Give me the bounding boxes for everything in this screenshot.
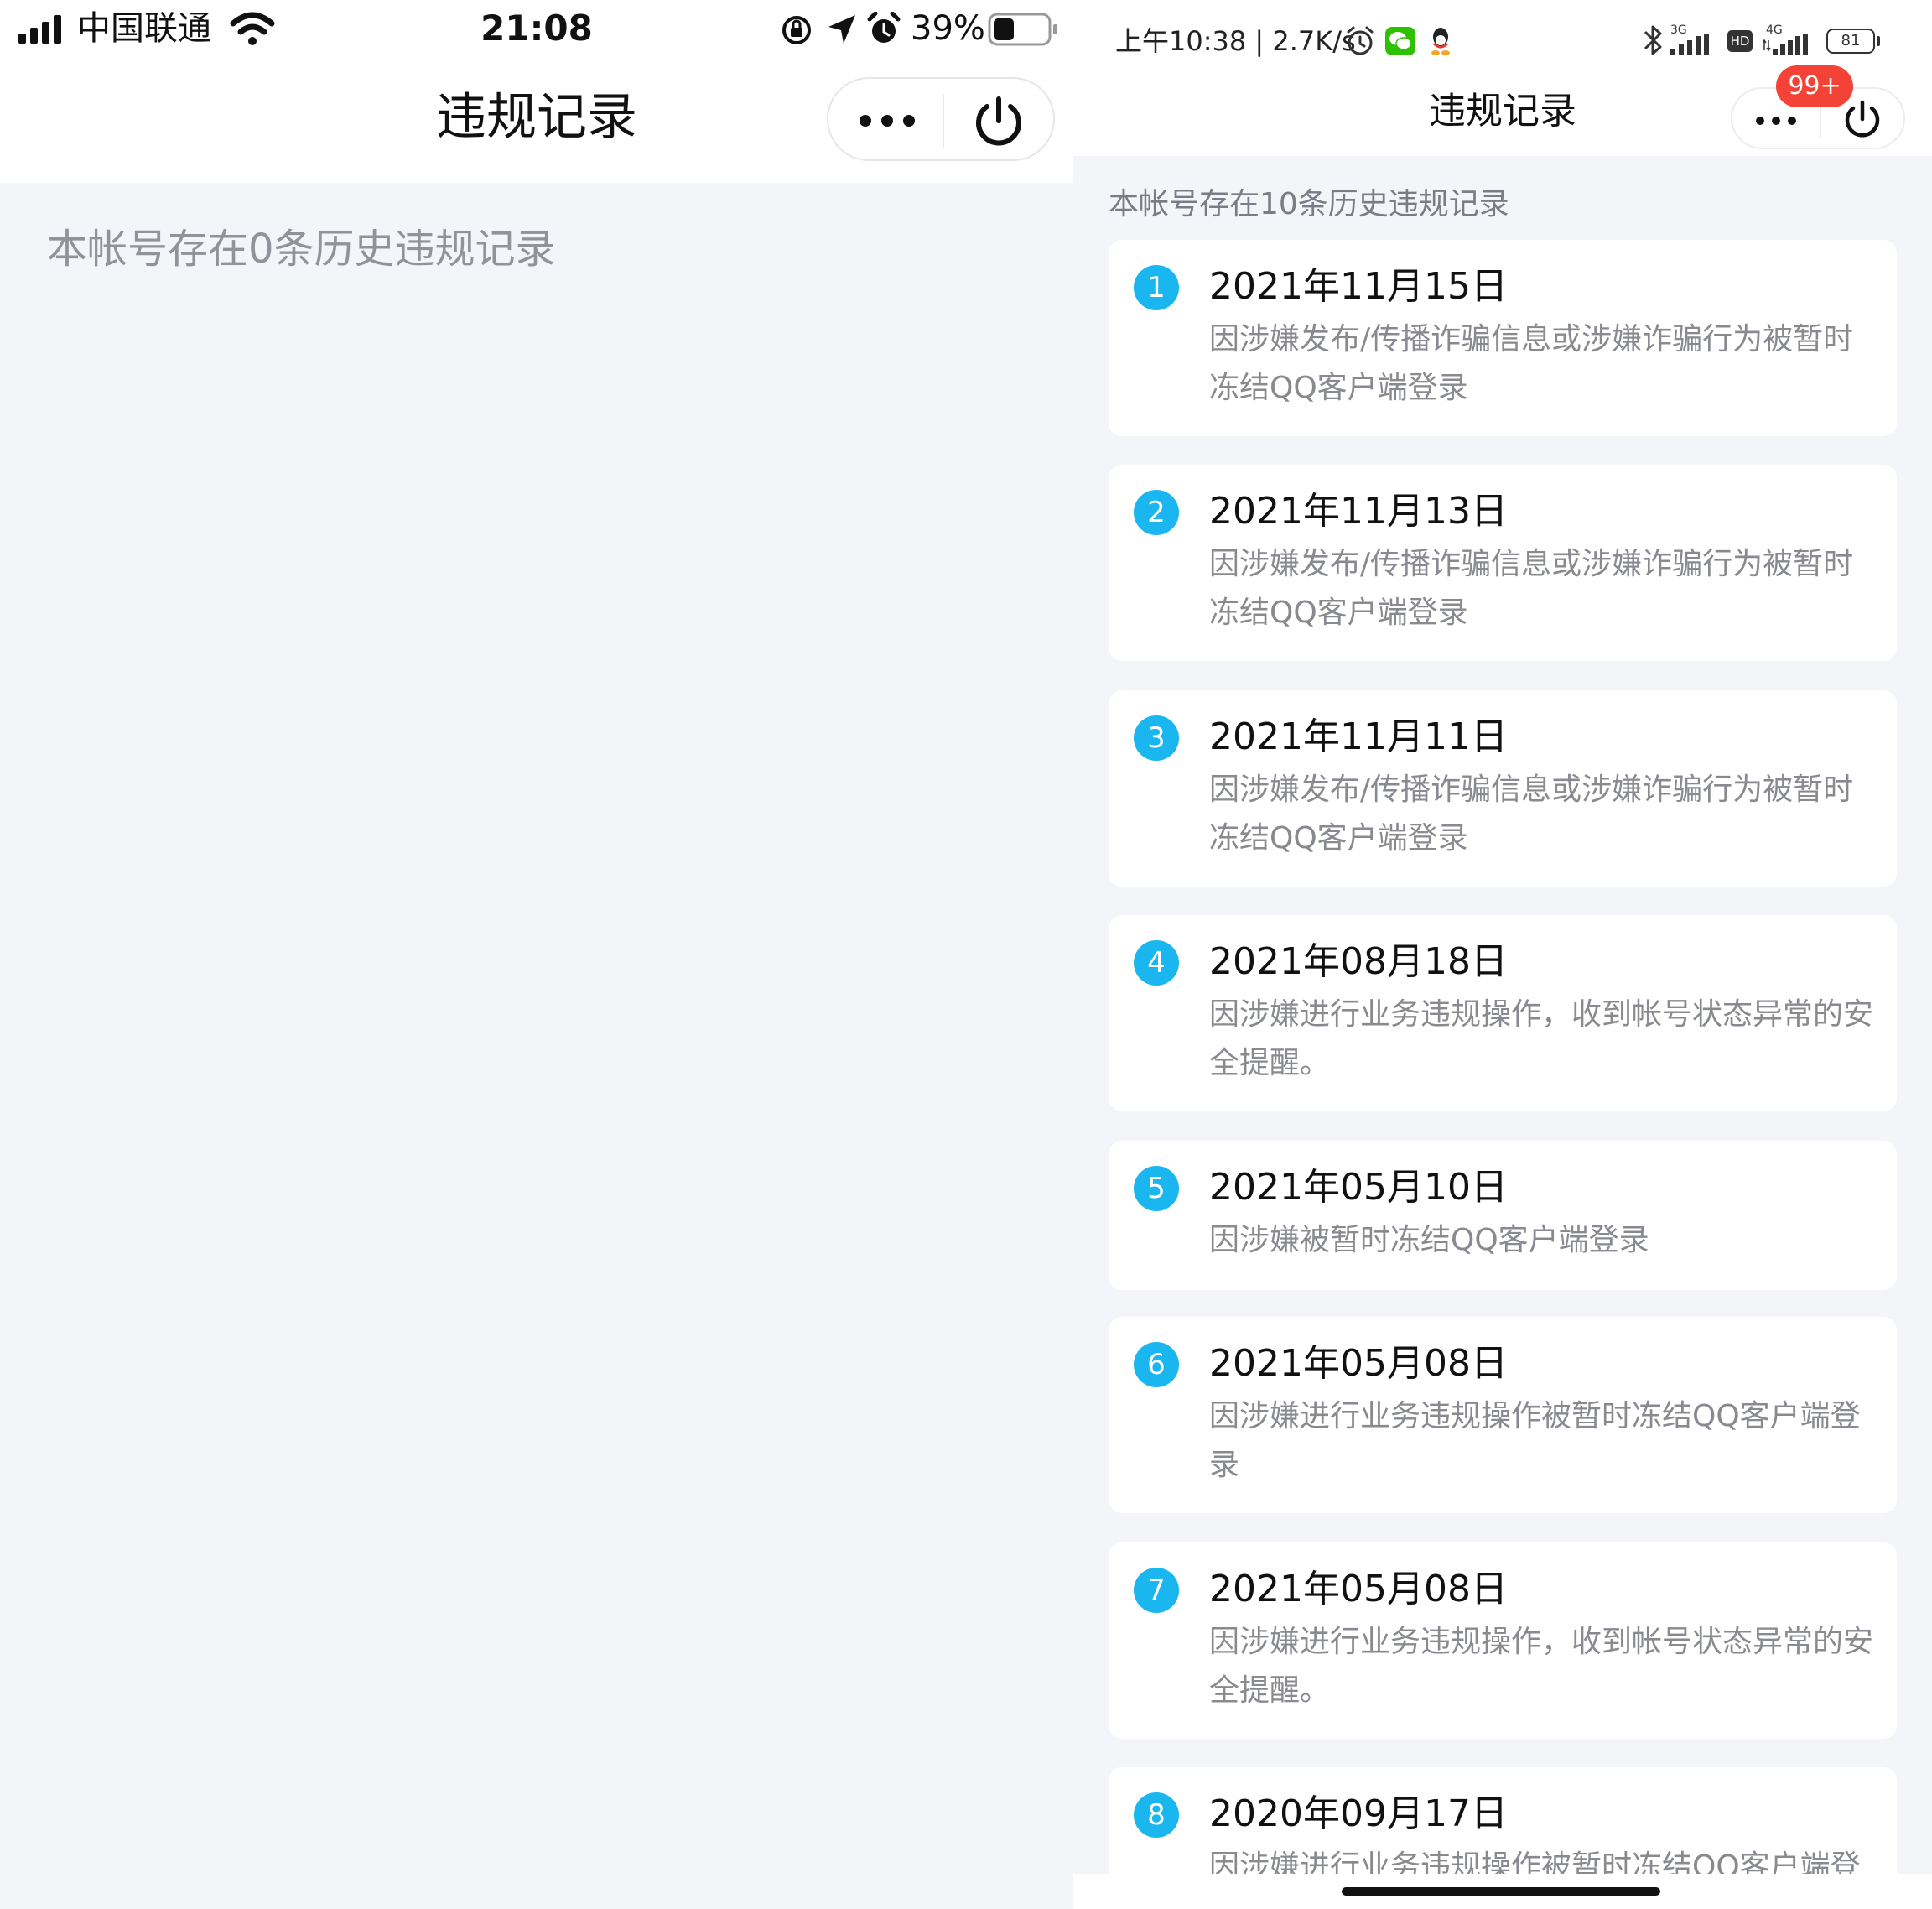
battery-percent: 39% bbox=[911, 9, 985, 48]
record-description: 因涉嫌进行业务违规操作，收到帐号状态异常的安全提醒。 bbox=[1209, 997, 1874, 1080]
alarm-icon bbox=[1347, 26, 1374, 55]
violation-record-card: 4 2021年08月18日因涉嫌进行业务违规操作，收到帐号状态异常的安全提醒。 bbox=[1109, 915, 1897, 1111]
record-number-badge: 2 bbox=[1134, 490, 1179, 535]
violation-summary: 本帐号存在0条历史违规记录 bbox=[47, 226, 556, 273]
mini-program-capsule bbox=[827, 77, 1055, 161]
signal-icon-4g bbox=[1763, 34, 1808, 55]
notification-badge: 99+ bbox=[1776, 65, 1853, 107]
carrier-name: 中国联通 bbox=[77, 9, 211, 48]
signal-icon bbox=[18, 15, 61, 44]
record-number-badge: 4 bbox=[1134, 940, 1179, 986]
record-number-badge: 3 bbox=[1134, 715, 1179, 761]
left-status-bar: 中国联通 21:08 39% bbox=[0, 0, 1073, 60]
record-number-badge: 6 bbox=[1134, 1342, 1179, 1387]
violation-record-card: 6 2021年05月08日因涉嫌进行业务违规操作被暂时冻结QQ客户端登录 bbox=[1109, 1317, 1897, 1513]
battery-tip bbox=[1877, 36, 1880, 46]
record-date: 2021年05月08日 bbox=[1209, 1342, 1508, 1385]
record-description: 因涉嫌发布/传播诈骗信息或涉嫌诈骗行为被暂时冻结QQ客户端登录 bbox=[1209, 322, 1854, 405]
record-number-badge: 8 bbox=[1134, 1792, 1179, 1838]
record-description: 因涉嫌进行业务违规操作，收到帐号状态异常的安全提醒。 bbox=[1209, 1625, 1874, 1708]
page-title: 违规记录 bbox=[1429, 90, 1576, 133]
record-description: 因涉嫌被暂时冻结QQ客户端登录 bbox=[1209, 1223, 1649, 1257]
violation-record-card: 5 2021年05月10日因涉嫌被暂时冻结QQ客户端登录 bbox=[1109, 1141, 1897, 1290]
record-date: 2021年11月15日 bbox=[1209, 265, 1508, 308]
location-icon bbox=[828, 15, 855, 44]
record-number-badge: 1 bbox=[1134, 265, 1179, 310]
violation-record-card: 8 2020年09月17日因涉嫌进行业务违规操作被暂时冻结QQ客户端登 bbox=[1109, 1767, 1897, 1874]
page-title: 违规记录 bbox=[436, 88, 637, 147]
record-number-badge: 5 bbox=[1134, 1166, 1179, 1211]
violation-record-card: 1 2021年11月15日因涉嫌发布/传播诈骗信息或涉嫌诈骗行为被暂时冻结QQ客户… bbox=[1109, 240, 1897, 436]
more-dots-icon[interactable] bbox=[857, 104, 917, 138]
capsule-divider bbox=[943, 94, 944, 148]
violation-record-card: 2 2021年11月13日因涉嫌发布/传播诈骗信息或涉嫌诈骗行为被暂时冻结QQ客户… bbox=[1109, 465, 1897, 661]
record-number-badge: 7 bbox=[1134, 1568, 1179, 1613]
record-date: 2021年05月08日 bbox=[1209, 1568, 1508, 1610]
power-icon[interactable] bbox=[1841, 99, 1883, 141]
left-phone-screen: 中国联通 21:08 39% 违规记录 本帐号存在0条历史违规记录 bbox=[0, 0, 1073, 1909]
record-description: 因涉嫌发布/传播诈骗信息或涉嫌诈骗行为被暂时冻结QQ客户端登录 bbox=[1209, 772, 1854, 856]
violation-record-card: 7 2021年05月08日因涉嫌进行业务违规操作，收到帐号状态异常的安全提醒。 bbox=[1109, 1542, 1897, 1739]
violation-record-card: 3 2021年11月11日因涉嫌发布/传播诈骗信息或涉嫌诈骗行为被暂时冻结QQ客户… bbox=[1109, 690, 1897, 887]
rotation-lock-icon bbox=[782, 16, 811, 44]
battery-icon: 81 bbox=[1826, 29, 1875, 54]
home-indicator[interactable] bbox=[1342, 1887, 1660, 1896]
battery-icon bbox=[988, 13, 1057, 46]
bluetooth-icon bbox=[1644, 25, 1662, 55]
record-description: 因涉嫌进行业务违规操作被暂时冻结QQ客户端登录 bbox=[1209, 1399, 1861, 1482]
alarm-icon bbox=[867, 12, 901, 43]
signal-icon bbox=[1670, 34, 1709, 55]
record-date: 2021年11月11日 bbox=[1209, 715, 1508, 758]
right-status-bar: 上午10:38 | 2.7K/s 3G HD 4G 81 bbox=[1073, 0, 1932, 75]
record-description: 因涉嫌发布/传播诈骗信息或涉嫌诈骗行为被暂时冻结QQ客户端登录 bbox=[1209, 547, 1854, 630]
record-description: 因涉嫌进行业务违规操作被暂时冻结QQ客户端登 bbox=[1209, 1849, 1861, 1874]
record-date: 2021年11月13日 bbox=[1209, 490, 1508, 533]
wechat-icon bbox=[1385, 27, 1415, 55]
status-time-speed: 上午10:38 | 2.7K/s bbox=[1115, 25, 1356, 57]
more-dots-icon[interactable] bbox=[1754, 109, 1798, 133]
status-time: 21:08 bbox=[480, 8, 593, 49]
wifi-icon bbox=[230, 12, 275, 45]
hd-icon: HD bbox=[1727, 30, 1753, 52]
violation-record-list: 1 2021年11月15日因涉嫌发布/传播诈骗信息或涉嫌诈骗行为被暂时冻结QQ客户… bbox=[1109, 240, 1897, 1874]
battery-level: 81 bbox=[1841, 32, 1861, 49]
record-date: 2021年08月18日 bbox=[1209, 940, 1508, 983]
right-phone-screen: 上午10:38 | 2.7K/s 3G HD 4G 81 违规记录 99+ 本帐… bbox=[1073, 0, 1932, 1909]
power-icon[interactable] bbox=[971, 94, 1026, 149]
qq-icon bbox=[1431, 28, 1450, 55]
violation-summary: 本帐号存在10条历史违规记录 bbox=[1109, 187, 1509, 221]
record-date: 2021年05月10日 bbox=[1209, 1166, 1508, 1209]
screenshot-composite: 中国联通 21:08 39% 违规记录 本帐号存在0条历史违规记录 上午10:3… bbox=[0, 0, 1932, 1909]
record-date: 2020年09月17日 bbox=[1209, 1792, 1508, 1835]
